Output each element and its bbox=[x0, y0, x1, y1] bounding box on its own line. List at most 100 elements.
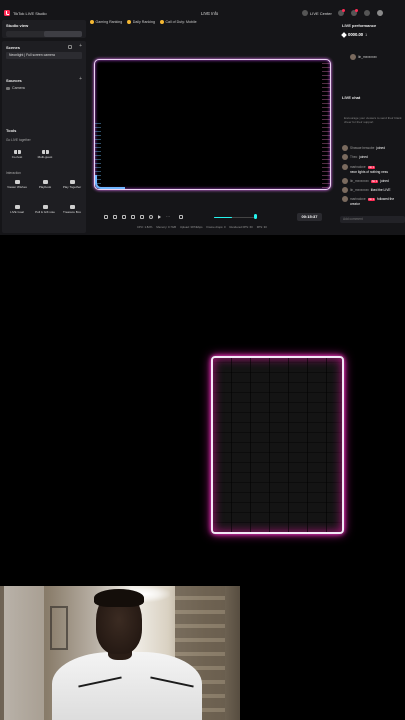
sources-title: Sources bbox=[6, 78, 22, 83]
layout-icon[interactable] bbox=[113, 215, 117, 219]
ranking-label: Call of Duty: Mobile bbox=[165, 20, 197, 24]
chat-text: joined bbox=[380, 179, 389, 183]
chat-text: followed the bbox=[377, 197, 395, 201]
volume-slider[interactable] bbox=[214, 216, 254, 218]
co-host-tool[interactable]: Co-host bbox=[6, 150, 28, 159]
magic-wand-icon[interactable] bbox=[104, 215, 108, 219]
add-source-icon[interactable]: + bbox=[79, 76, 82, 82]
neon-brick-frame bbox=[211, 356, 344, 534]
avatar[interactable] bbox=[377, 10, 383, 16]
neon-frame-corner bbox=[95, 175, 125, 189]
source-label: Camera bbox=[12, 86, 25, 90]
earnings-row: 0000.00 1 bbox=[341, 31, 367, 38]
webcam-feed bbox=[0, 586, 240, 720]
live-timer: 00:15:37 bbox=[297, 213, 322, 221]
go-live-together-label: Go LIVE together bbox=[6, 138, 31, 142]
multi-guest-label: Multi-guest bbox=[37, 154, 53, 159]
play-together-label: Play Together bbox=[62, 184, 82, 189]
stat-cpu: CPU: 1.82% bbox=[137, 225, 153, 229]
person-torso bbox=[52, 652, 202, 720]
image-icon[interactable] bbox=[131, 215, 135, 219]
avatar bbox=[342, 164, 348, 170]
stat-upload: Upload: 3974kbps bbox=[179, 225, 203, 229]
chat-user: marinalove bbox=[350, 197, 366, 201]
chat-text: joined bbox=[376, 146, 385, 150]
poll-tool[interactable]: Poll & Gift vote bbox=[34, 205, 56, 214]
screen-icon[interactable] bbox=[140, 215, 144, 219]
live-center-label: LIVE Center bbox=[310, 10, 332, 16]
view-toggle[interactable] bbox=[6, 31, 82, 37]
scene-settings-icon[interactable] bbox=[68, 45, 72, 49]
add-comment-input[interactable]: Add comment bbox=[340, 216, 405, 223]
chat-user: lin_mxxxxxxx bbox=[350, 179, 369, 183]
control-bar: ··· 00:15:37 bbox=[104, 212, 324, 222]
left-panel: Studio view Scenes + Neonlight | Full sc… bbox=[2, 20, 86, 233]
treasure-box-icon bbox=[69, 205, 75, 209]
tiktok-logo-icon bbox=[4, 10, 10, 16]
playbook-tool[interactable]: Playbook bbox=[34, 180, 56, 189]
right-panel: LIVE performance 0000.00 1 lin_mxxxxxxx … bbox=[338, 20, 405, 233]
studio-view-title: Studio view bbox=[6, 23, 29, 28]
source-item-camera[interactable]: Camera bbox=[6, 86, 25, 90]
mixer-icon[interactable] bbox=[179, 215, 183, 219]
multi-guest-tool[interactable]: Multi-guest bbox=[34, 150, 56, 159]
medal-icon bbox=[127, 20, 132, 24]
portrait-view-tab[interactable] bbox=[44, 31, 82, 37]
scenes-title: Scenes bbox=[6, 45, 21, 50]
volume-fill bbox=[214, 216, 232, 218]
daily-ranking[interactable]: Daily Ranking bbox=[127, 20, 155, 24]
co-host-icon bbox=[13, 150, 21, 154]
game-ranking[interactable]: Call of Duty: Mobile bbox=[159, 20, 197, 24]
grid-icon bbox=[302, 10, 308, 16]
ranking-label: Daily Ranking bbox=[132, 20, 155, 24]
top-gifter[interactable]: lin_mxxxxxxx bbox=[350, 54, 377, 60]
stats-bar: CPU: 1.82% Memory: 0.7GB Upload: 3974kbp… bbox=[137, 225, 267, 229]
background-door bbox=[4, 586, 44, 720]
settings-icon[interactable] bbox=[364, 10, 370, 16]
live-goal-tool[interactable]: LIVE Goal bbox=[6, 205, 28, 214]
viewer-wishes-label: Viewer Wishes bbox=[7, 184, 27, 189]
title-bar: TikTok LIVE Studio LIVE Info LIVE Center bbox=[0, 6, 405, 20]
chat-text: creator bbox=[350, 202, 360, 206]
play-icon[interactable] bbox=[158, 215, 161, 219]
gaming-ranking[interactable]: Gaming Ranking bbox=[90, 20, 122, 24]
earnings-value: 0000.00 bbox=[348, 32, 364, 37]
stat-memory: Memory: 0.7GB bbox=[156, 225, 176, 229]
chat-text: neon lights of nothing ness bbox=[350, 170, 388, 174]
poll-icon bbox=[42, 205, 48, 209]
chat-text: joined bbox=[359, 155, 368, 159]
stat-rendered-fps: Rendered FPS: 60 bbox=[229, 225, 253, 229]
person-hair bbox=[94, 589, 144, 607]
avatar bbox=[350, 54, 356, 60]
record-icon[interactable] bbox=[149, 215, 153, 219]
interaction-label: Interaction bbox=[6, 171, 21, 175]
chat-message: creator bbox=[350, 202, 360, 206]
live-center-button[interactable]: LIVE Center bbox=[302, 10, 332, 16]
background-frame bbox=[50, 606, 68, 650]
notification-icon[interactable] bbox=[338, 9, 345, 16]
live-info-button[interactable]: LIVE Info bbox=[201, 11, 218, 16]
gift-icon[interactable] bbox=[351, 9, 358, 16]
avatar bbox=[342, 196, 348, 202]
mic-icon[interactable] bbox=[254, 214, 257, 219]
chat-user: Shawae bessobe bbox=[350, 146, 375, 150]
landscape-view-tab[interactable] bbox=[6, 31, 44, 37]
goal-icon bbox=[14, 205, 20, 209]
chat-message: lin_mxxxxxxx No 1 joined bbox=[342, 178, 389, 184]
play-together-icon bbox=[69, 180, 75, 184]
titlebar-icons bbox=[338, 9, 383, 16]
treasure-box-tool[interactable]: Treasure Box bbox=[61, 205, 83, 214]
chat-user: marinalove bbox=[350, 165, 366, 169]
gifter-name: lin_mxxxxxxx bbox=[358, 55, 377, 59]
add-scene-icon[interactable]: + bbox=[79, 43, 82, 49]
app-title: TikTok LIVE Studio bbox=[13, 10, 47, 16]
more-icon[interactable]: ··· bbox=[166, 215, 170, 219]
chat-empty-hint: Encourage your viewers to send their bla… bbox=[344, 116, 402, 124]
viewer-wishes-tool[interactable]: Viewer Wishes bbox=[6, 180, 28, 189]
effects-icon[interactable] bbox=[122, 215, 126, 219]
scene-item[interactable]: Neonlight | Full screen camera bbox=[6, 52, 82, 59]
brick-wall bbox=[213, 358, 342, 532]
poll-label: Poll & Gift vote bbox=[35, 209, 55, 214]
play-together-tool[interactable]: Play Together bbox=[61, 180, 83, 189]
ranking-bar: Gaming Ranking Daily Ranking Call of Dut… bbox=[90, 20, 197, 24]
